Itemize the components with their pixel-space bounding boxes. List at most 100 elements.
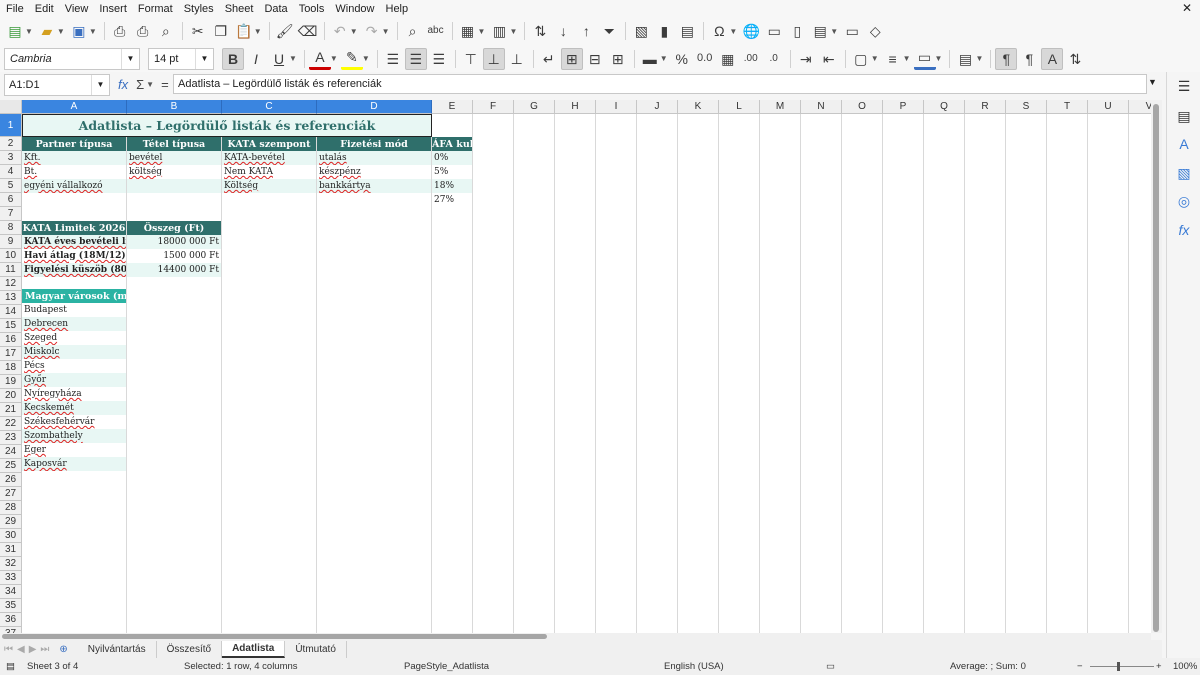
gallery-icon[interactable]: ▧	[1176, 165, 1192, 181]
row-header[interactable]: 7	[0, 207, 22, 221]
row-header[interactable]: 17	[0, 347, 22, 361]
menu-data[interactable]: Data	[264, 3, 287, 15]
align-center-icon[interactable]: ☰	[404, 47, 427, 70]
font-size-combo[interactable]: 14 pt ▼	[148, 47, 214, 70]
define-print-area-icon[interactable]: ▤	[809, 20, 831, 42]
column-header-a[interactable]: A	[22, 100, 127, 114]
clear-format-icon[interactable]: ⌫	[297, 20, 319, 42]
undo-icon[interactable]: ↶	[329, 20, 351, 42]
align-left-icon[interactable]: ☰	[382, 48, 404, 70]
city-cell[interactable]: Budapest	[22, 303, 126, 317]
row-header[interactable]: 9	[0, 235, 22, 249]
column-header-k[interactable]: K	[678, 100, 719, 114]
percent-format-icon[interactable]: %	[671, 48, 693, 70]
border-color-icon[interactable]: ▭	[913, 48, 936, 70]
column-header-e[interactable]: E	[432, 100, 473, 114]
row-header[interactable]: 33	[0, 571, 22, 585]
menu-file[interactable]: File	[6, 3, 24, 15]
city-cell[interactable]: Miskolc	[22, 345, 126, 359]
tab-osszesito[interactable]: Összesítő	[157, 640, 223, 658]
row-header[interactable]: 25	[0, 459, 22, 473]
row-header[interactable]: 34	[0, 585, 22, 599]
currency-format-icon[interactable]: ▬	[639, 48, 661, 70]
city-cell[interactable]: Szeged	[22, 331, 126, 345]
properties-icon[interactable]: ▤	[1176, 108, 1192, 124]
column-header-h[interactable]: H	[555, 100, 596, 114]
city-cell[interactable]: Pécs	[22, 359, 126, 373]
clone-format-icon[interactable]: 🖌	[274, 20, 296, 42]
vat-rate-cell[interactable]: 18%	[432, 179, 472, 193]
row-header[interactable]: 3	[0, 151, 22, 165]
navigator-icon[interactable]: ◎	[1176, 193, 1192, 209]
chevron-down-icon[interactable]: ▼	[729, 27, 737, 36]
select-all-corner[interactable]	[0, 100, 22, 114]
column-header-t[interactable]: T	[1047, 100, 1088, 114]
city-cell[interactable]: Eger	[22, 443, 126, 457]
item-type-cell[interactable]: költség	[127, 165, 221, 179]
row-header[interactable]: 24	[0, 445, 22, 459]
increase-indent-icon[interactable]: ⇥	[795, 48, 817, 70]
sum-icon[interactable]: Σ	[136, 77, 144, 92]
row-header[interactable]: 18	[0, 361, 22, 375]
cut-icon[interactable]: ✂	[187, 20, 209, 42]
chevron-down-icon[interactable]: ▼	[871, 54, 879, 63]
chevron-down-icon[interactable]: ▼	[330, 54, 338, 63]
amount-header[interactable]: Összeg (Ft)	[127, 221, 221, 235]
row-header[interactable]: 4	[0, 165, 22, 179]
column-icon[interactable]: ▥	[488, 20, 510, 42]
vat-rate-cell[interactable]: 27%	[432, 193, 472, 207]
formula-equals-icon[interactable]: =	[161, 77, 169, 92]
add-decimal-icon[interactable]: .00	[740, 48, 762, 70]
column-header-n[interactable]: N	[801, 100, 842, 114]
column-header-g[interactable]: G	[514, 100, 555, 114]
row-header[interactable]: 28	[0, 501, 22, 515]
chevron-down-icon[interactable]: ▼	[478, 27, 486, 36]
kata-aspect-cell[interactable]: Nem KATA	[222, 165, 316, 179]
calc-summary[interactable]: Average: ; Sum: 0	[950, 661, 1026, 672]
merge-center-icon[interactable]: ⊞	[560, 47, 583, 70]
chevron-down-icon[interactable]: ▼	[121, 48, 139, 69]
limits-header[interactable]: KATA Limitek 2026	[22, 221, 126, 235]
borders-icon[interactable]: ▢	[850, 48, 872, 70]
column-header-c[interactable]: C	[222, 100, 317, 114]
sidebar-menu-icon[interactable]: ☰	[1176, 78, 1192, 94]
payment-method-cell[interactable]: utalás	[317, 151, 431, 165]
paste-icon[interactable]: 📋	[233, 20, 255, 42]
next-sheet-icon[interactable]: ▶	[29, 644, 37, 655]
column-header-l[interactable]: L	[719, 100, 760, 114]
spellcheck-icon[interactable]: abc	[425, 20, 447, 42]
city-cell[interactable]: Debrecen	[22, 317, 126, 331]
insert-image-icon[interactable]: ▧	[630, 20, 652, 42]
row-header[interactable]: 6	[0, 193, 22, 207]
column-header-f[interactable]: F	[473, 100, 514, 114]
column-header-d[interactable]: D	[317, 100, 432, 114]
special-character-icon[interactable]: Ω	[708, 20, 730, 42]
sheet-title-cell[interactable]: Adatlista – Legördülő listák és referenc…	[22, 114, 432, 137]
menu-insert[interactable]: Insert	[99, 3, 127, 15]
first-sheet-icon[interactable]: ⏮	[4, 644, 13, 655]
zoom-slider-thumb[interactable]	[1117, 662, 1120, 671]
page-style[interactable]: PageStyle_Adatlista	[404, 661, 489, 672]
chevron-down-icon[interactable]: ▼	[903, 54, 911, 63]
chevron-down-icon[interactable]: ▼	[89, 27, 97, 36]
row-header[interactable]: 32	[0, 557, 22, 571]
column-header-m[interactable]: M	[760, 100, 801, 114]
city-cell[interactable]: Nyíregyháza	[22, 387, 126, 401]
font-color-icon[interactable]: A	[308, 48, 331, 70]
function-wizard-icon[interactable]: fx	[118, 77, 128, 92]
column-header-u[interactable]: U	[1088, 100, 1129, 114]
menu-styles[interactable]: Styles	[184, 3, 214, 15]
last-sheet-icon[interactable]: ⏭	[40, 644, 49, 655]
limit-value-cell[interactable]: 18000 000 Ft	[127, 235, 221, 249]
stacked-text-icon[interactable]: ⇅	[1064, 48, 1086, 70]
chevron-down-icon[interactable]: ▼	[830, 27, 838, 36]
column-header-j[interactable]: J	[637, 100, 678, 114]
row-header[interactable]: 22	[0, 417, 22, 431]
row-header[interactable]: 13	[0, 291, 22, 305]
bold-icon[interactable]: B	[222, 47, 244, 70]
city-cell[interactable]: Kaposvár	[22, 457, 126, 471]
number-format-icon[interactable]: 0.0	[694, 48, 716, 70]
zoom-out-icon[interactable]: −	[1077, 661, 1083, 672]
autofilter-icon[interactable]: ⏷	[598, 20, 620, 42]
align-top-icon[interactable]: ⊤	[460, 48, 482, 70]
